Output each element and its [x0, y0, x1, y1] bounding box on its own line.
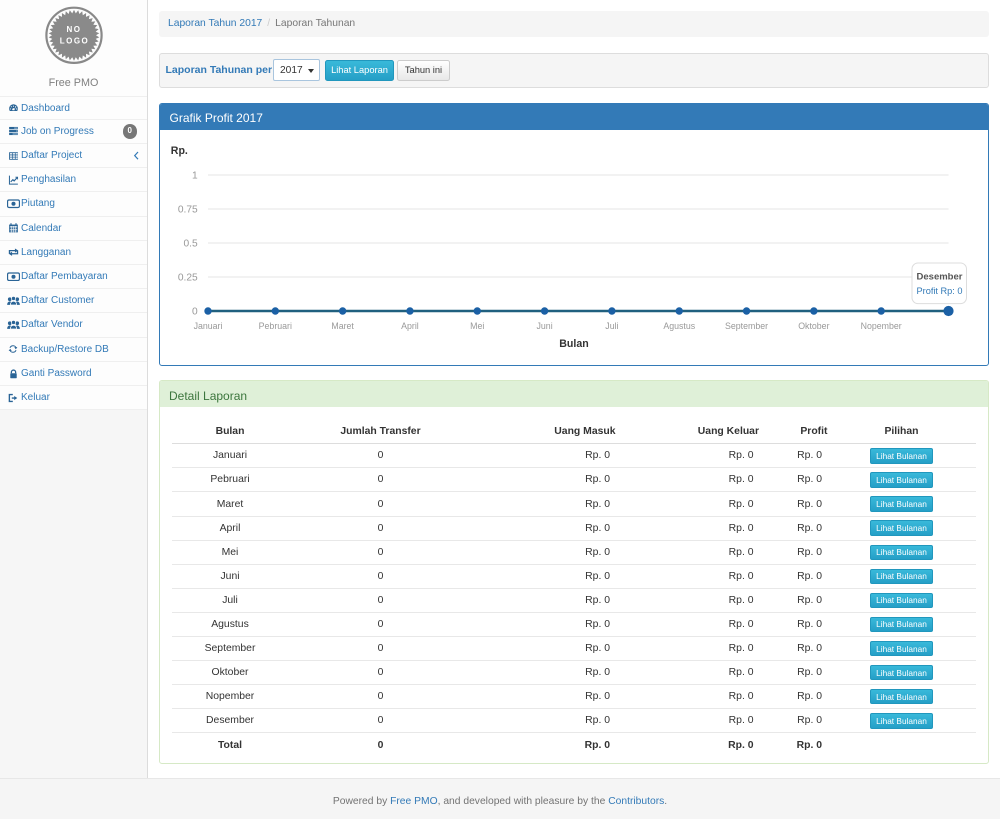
svg-text:Juli: Juli [605, 321, 618, 331]
svg-text:0.75: 0.75 [177, 205, 197, 216]
svg-text:Agustus: Agustus [663, 321, 695, 331]
svg-text:April: April [401, 321, 419, 331]
svg-text:Maret: Maret [331, 321, 354, 331]
svg-text:September: September [725, 321, 768, 331]
svg-text:0.25: 0.25 [177, 273, 197, 284]
svg-text:0.5: 0.5 [183, 239, 197, 250]
svg-text:LOGO: LOGO [60, 37, 90, 46]
svg-text:NO: NO [67, 25, 82, 34]
svg-text:Bulan: Bulan [559, 338, 588, 350]
svg-text:Oktober: Oktober [798, 321, 829, 331]
svg-text:Nopember: Nopember [860, 321, 901, 331]
svg-text:Pebruari: Pebruari [258, 321, 291, 331]
svg-text:1: 1 [192, 171, 198, 182]
svg-text:Juni: Juni [536, 321, 552, 331]
svg-text:Mei: Mei [470, 321, 484, 331]
svg-text:0: 0 [192, 307, 198, 318]
svg-text:Profit Rp: 0: Profit Rp: 0 [916, 286, 962, 296]
svg-text:Januari: Januari [193, 321, 222, 331]
svg-text:Rp.: Rp. [170, 145, 187, 157]
svg-text:Desember: Desember [916, 272, 962, 283]
